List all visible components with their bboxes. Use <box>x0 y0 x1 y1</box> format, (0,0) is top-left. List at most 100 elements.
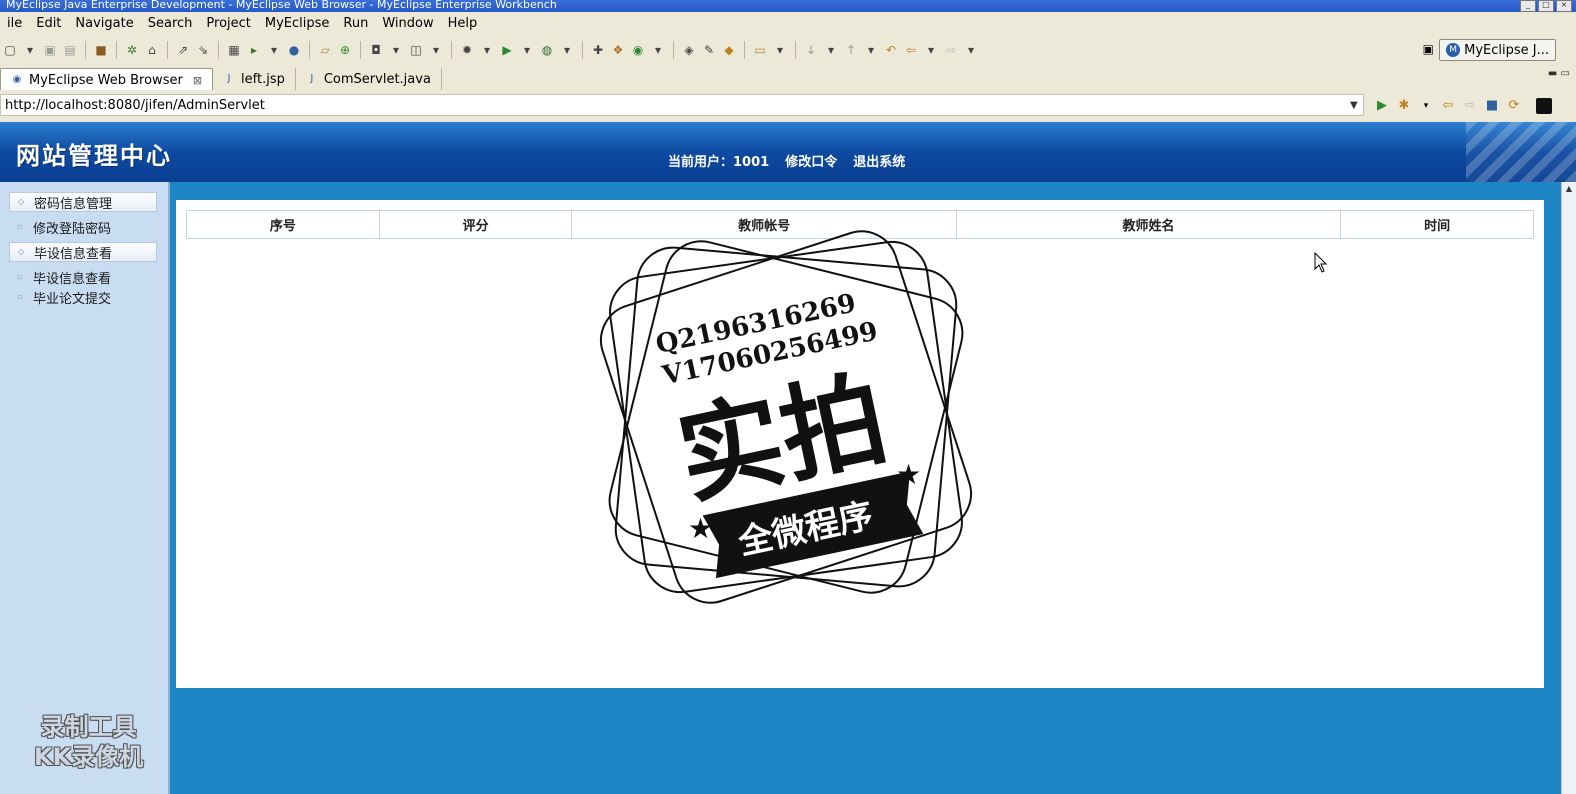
refresh-icon[interactable]: ⟳ <box>1506 98 1522 114</box>
sidebar-item-change-login-password[interactable]: ▫ 修改登陆密码 <box>9 217 157 237</box>
maximize-view-icon[interactable]: ▭ <box>1561 68 1570 79</box>
globe-icon[interactable]: ● <box>286 42 302 58</box>
minimize-view-icon[interactable]: ▬ <box>1548 68 1557 79</box>
deploy-icon[interactable]: ⇗ <box>175 42 191 58</box>
tab-comservlet-java[interactable]: J ComServlet.java <box>296 68 442 90</box>
dropdown-icon[interactable]: ▾ <box>266 42 282 58</box>
maximize-icon[interactable]: □ <box>1538 0 1554 12</box>
external-tools-icon[interactable]: ◍ <box>539 42 555 58</box>
last-edit-icon[interactable]: ↶ <box>883 42 899 58</box>
scroll-up-icon[interactable]: ▲ <box>1562 184 1576 193</box>
run-icon[interactable]: ▶ <box>499 42 515 58</box>
menu-run[interactable]: Run <box>336 16 375 31</box>
menu-bar: ile Edit Navigate Search Project MyEclip… <box>0 12 1576 34</box>
menu-navigate[interactable]: Navigate <box>68 16 140 31</box>
dropdown-icon[interactable]: ▾ <box>1418 98 1434 114</box>
close-window-icon[interactable]: × <box>1556 0 1572 12</box>
sidebar-item-label: 密码信息管理 <box>34 196 113 212</box>
save-icon[interactable]: ▣ <box>42 42 58 58</box>
tab-left-jsp[interactable]: J left.jsp <box>213 68 296 90</box>
debug-icon[interactable]: ✲ <box>124 42 140 58</box>
dropdown-icon[interactable]: ▾ <box>772 42 788 58</box>
header-decoration <box>1466 122 1576 182</box>
bullet-icon: ◇ <box>18 247 25 256</box>
next-annotation-icon[interactable]: ↓ <box>803 42 819 58</box>
open-folder-icon[interactable]: ▭ <box>752 42 768 58</box>
sidebar-item-label: 毕设信息查看 <box>33 271 112 287</box>
recorder-watermark: 录制工具 KK录像机 <box>34 712 143 772</box>
go-icon[interactable]: ▶ <box>1374 98 1390 114</box>
bullet-icon: ▫ <box>17 292 23 301</box>
print-icon[interactable]: ▤ <box>62 42 78 58</box>
forward-icon[interactable]: ⇨ <box>1462 98 1478 114</box>
dropdown-icon[interactable]: ▾ <box>519 42 535 58</box>
url-dropdown-icon[interactable]: ▼ <box>1350 100 1358 111</box>
dropdown-icon[interactable]: ▾ <box>388 42 404 58</box>
camera-icon[interactable]: ◘ <box>368 42 384 58</box>
menu-window[interactable]: Window <box>375 16 440 31</box>
back-icon[interactable]: ⇦ <box>1440 98 1456 114</box>
browser-globe-icon: ◉ <box>12 74 22 85</box>
sidebar-item-submit-thesis[interactable]: ▫ 毕业论文提交 <box>9 287 157 307</box>
dropdown-icon[interactable]: ▾ <box>479 42 495 58</box>
flag-icon[interactable]: ◆ <box>721 42 737 58</box>
dropdown-icon[interactable]: ▾ <box>22 42 38 58</box>
forward-icon[interactable]: ⇨ <box>943 42 959 58</box>
dropdown-icon[interactable]: ▾ <box>559 42 575 58</box>
prev-annotation-icon[interactable]: ↑ <box>843 42 859 58</box>
menu-file[interactable]: ile <box>0 16 29 31</box>
menu-help[interactable]: Help <box>441 16 485 31</box>
minimize-icon[interactable]: _ <box>1520 0 1536 12</box>
new-package-icon[interactable]: ❖ <box>610 42 626 58</box>
stop-icon[interactable]: ■ <box>1484 98 1500 114</box>
page-scrollbar[interactable]: ▲ <box>1561 182 1576 794</box>
sidebar-item-project-info[interactable]: ◇ 毕设信息查看 <box>9 242 157 262</box>
myeclipse-logo-icon: M <box>1446 43 1461 57</box>
open-task-icon[interactable]: ◈ <box>681 42 697 58</box>
menu-search[interactable]: Search <box>141 16 200 31</box>
change-password-link[interactable]: 修改口令 <box>785 151 837 170</box>
new-web-icon[interactable]: ◉ <box>630 42 646 58</box>
debug-bug-icon[interactable]: ✹ <box>459 42 475 58</box>
menu-edit[interactable]: Edit <box>29 16 68 31</box>
browser-nav-icons: ▶ ✱ ▾ ⇦ ⇨ ■ ⟳ ■ <box>1374 98 1552 114</box>
sidebar-item-password-management[interactable]: ◇ 密码信息管理 <box>9 192 157 212</box>
server-icon[interactable]: ⇘ <box>195 42 211 58</box>
bullet-icon: ▫ <box>17 222 23 231</box>
tab-myeclipse-web-browser[interactable]: ◉ MyEclipse Web Browser ⊠ <box>0 68 214 91</box>
pin-icon[interactable]: ✎ <box>701 42 717 58</box>
url-input[interactable]: http://localhost:8080/jifen/AdminServlet <box>0 94 1364 116</box>
dropdown-icon[interactable]: ▾ <box>963 42 979 58</box>
perspective-switcher[interactable]: M MyEclipse J... <box>1439 39 1556 61</box>
folder-open-icon[interactable]: ▱ <box>317 42 333 58</box>
dropdown-icon[interactable]: ▾ <box>863 42 879 58</box>
toolbar-separator <box>451 41 452 59</box>
dropdown-icon[interactable]: ▾ <box>428 42 444 58</box>
menu-myeclipse[interactable]: MyEclipse <box>258 16 337 31</box>
open-perspective-icon[interactable]: ▣ <box>1423 42 1434 56</box>
sidebar-item-view-project-info[interactable]: ▫ 毕设信息查看 <box>9 267 157 287</box>
toolbar-separator <box>116 41 117 59</box>
menu-project[interactable]: Project <box>199 16 257 31</box>
browser-menu-icon[interactable]: ■ <box>1536 98 1552 114</box>
sidebar: ◇ 密码信息管理 ▫ 修改登陆密码 ◇ 毕设信息查看 ▫ 毕设信息查看 ▫ 毕业… <box>0 182 170 794</box>
site-header: 网站管理中心 当前用户：1001 修改口令 退出系统 <box>0 122 1576 182</box>
open-type-icon[interactable]: ▸ <box>246 42 262 58</box>
new-class-icon[interactable]: ✚ <box>590 42 606 58</box>
back-icon[interactable]: ⇦ <box>903 42 919 58</box>
recorder-watermark-line1: 录制工具 <box>40 713 137 741</box>
favorites-icon[interactable]: ✱ <box>1396 98 1412 114</box>
new-file-icon[interactable]: ▢ <box>2 42 18 58</box>
logout-link[interactable]: 退出系统 <box>853 151 905 170</box>
package-icon[interactable]: ■ <box>93 42 109 58</box>
close-tab-icon[interactable]: ⊠ <box>193 74 202 87</box>
tab-label: MyEclipse Web Browser <box>29 72 183 88</box>
wizard-icon[interactable]: ◫ <box>408 42 424 58</box>
toolbar-separator <box>795 41 796 59</box>
dropdown-icon[interactable]: ▾ <box>823 42 839 58</box>
add-icon[interactable]: ⊕ <box>337 42 353 58</box>
lock-icon[interactable]: ⌂ <box>144 42 160 58</box>
dropdown-icon[interactable]: ▾ <box>650 42 666 58</box>
run-server-icon[interactable]: ▦ <box>226 42 242 58</box>
dropdown-icon[interactable]: ▾ <box>923 42 939 58</box>
